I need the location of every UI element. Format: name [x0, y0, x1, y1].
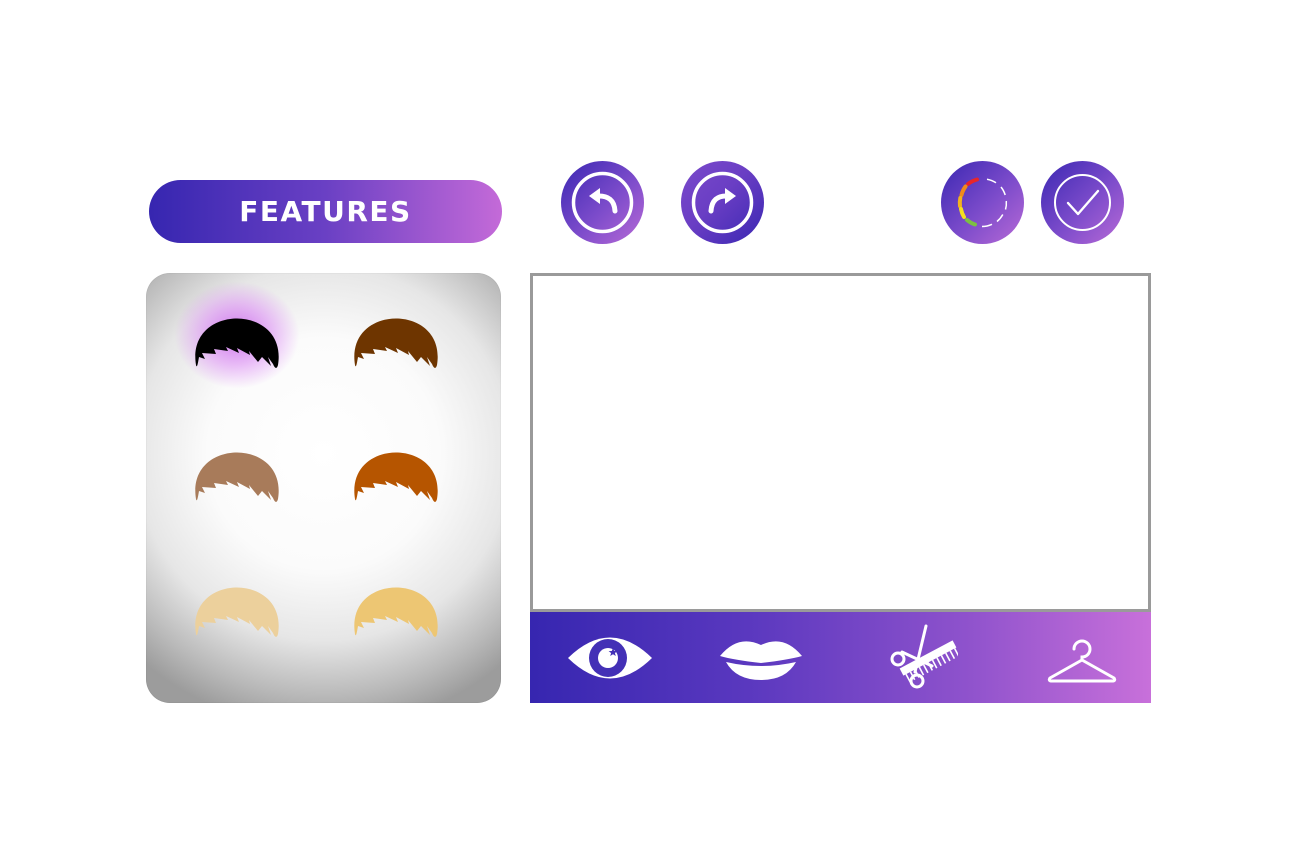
clothes-tool-button[interactable]	[1046, 612, 1118, 703]
features-header: FEATURES	[149, 180, 502, 243]
color-wheel-icon	[957, 177, 1008, 228]
hair-swatch-black[interactable]	[174, 281, 300, 389]
features-label: FEATURES	[239, 195, 412, 228]
category-toolbar	[530, 612, 1151, 703]
scissors-comb-icon	[890, 624, 958, 689]
lips-icon	[720, 641, 802, 680]
undo-button[interactable]	[561, 161, 644, 244]
eye-icon	[568, 637, 652, 679]
hair-swatch-light-brown[interactable]	[192, 437, 282, 503]
hanger-icon	[1047, 639, 1117, 683]
redo-button[interactable]	[681, 161, 764, 244]
hair-swatch-light-blonde[interactable]	[192, 572, 282, 638]
hair-swatch-golden-blonde[interactable]	[351, 572, 441, 638]
redo-arrow-icon	[691, 171, 754, 234]
hair-icon	[195, 452, 279, 502]
hair-icon	[354, 318, 438, 368]
eye-tool-button[interactable]	[566, 612, 654, 703]
hair-tool-button[interactable]	[888, 612, 958, 703]
hair-icon	[195, 318, 279, 368]
undo-arrow-icon	[571, 171, 634, 234]
color-palette-button[interactable]	[941, 161, 1024, 244]
hair-icon	[195, 587, 279, 637]
avatar-preview-canvas	[530, 273, 1151, 612]
lips-tool-button[interactable]	[718, 612, 804, 703]
hair-icon	[354, 452, 438, 502]
hair-color-panel	[146, 273, 501, 703]
hair-swatch-dark-brown[interactable]	[351, 303, 441, 369]
hair-icon	[354, 587, 438, 637]
confirm-button[interactable]	[1041, 161, 1124, 244]
checkmark-icon	[1054, 174, 1111, 231]
hair-swatch-auburn[interactable]	[351, 437, 441, 503]
